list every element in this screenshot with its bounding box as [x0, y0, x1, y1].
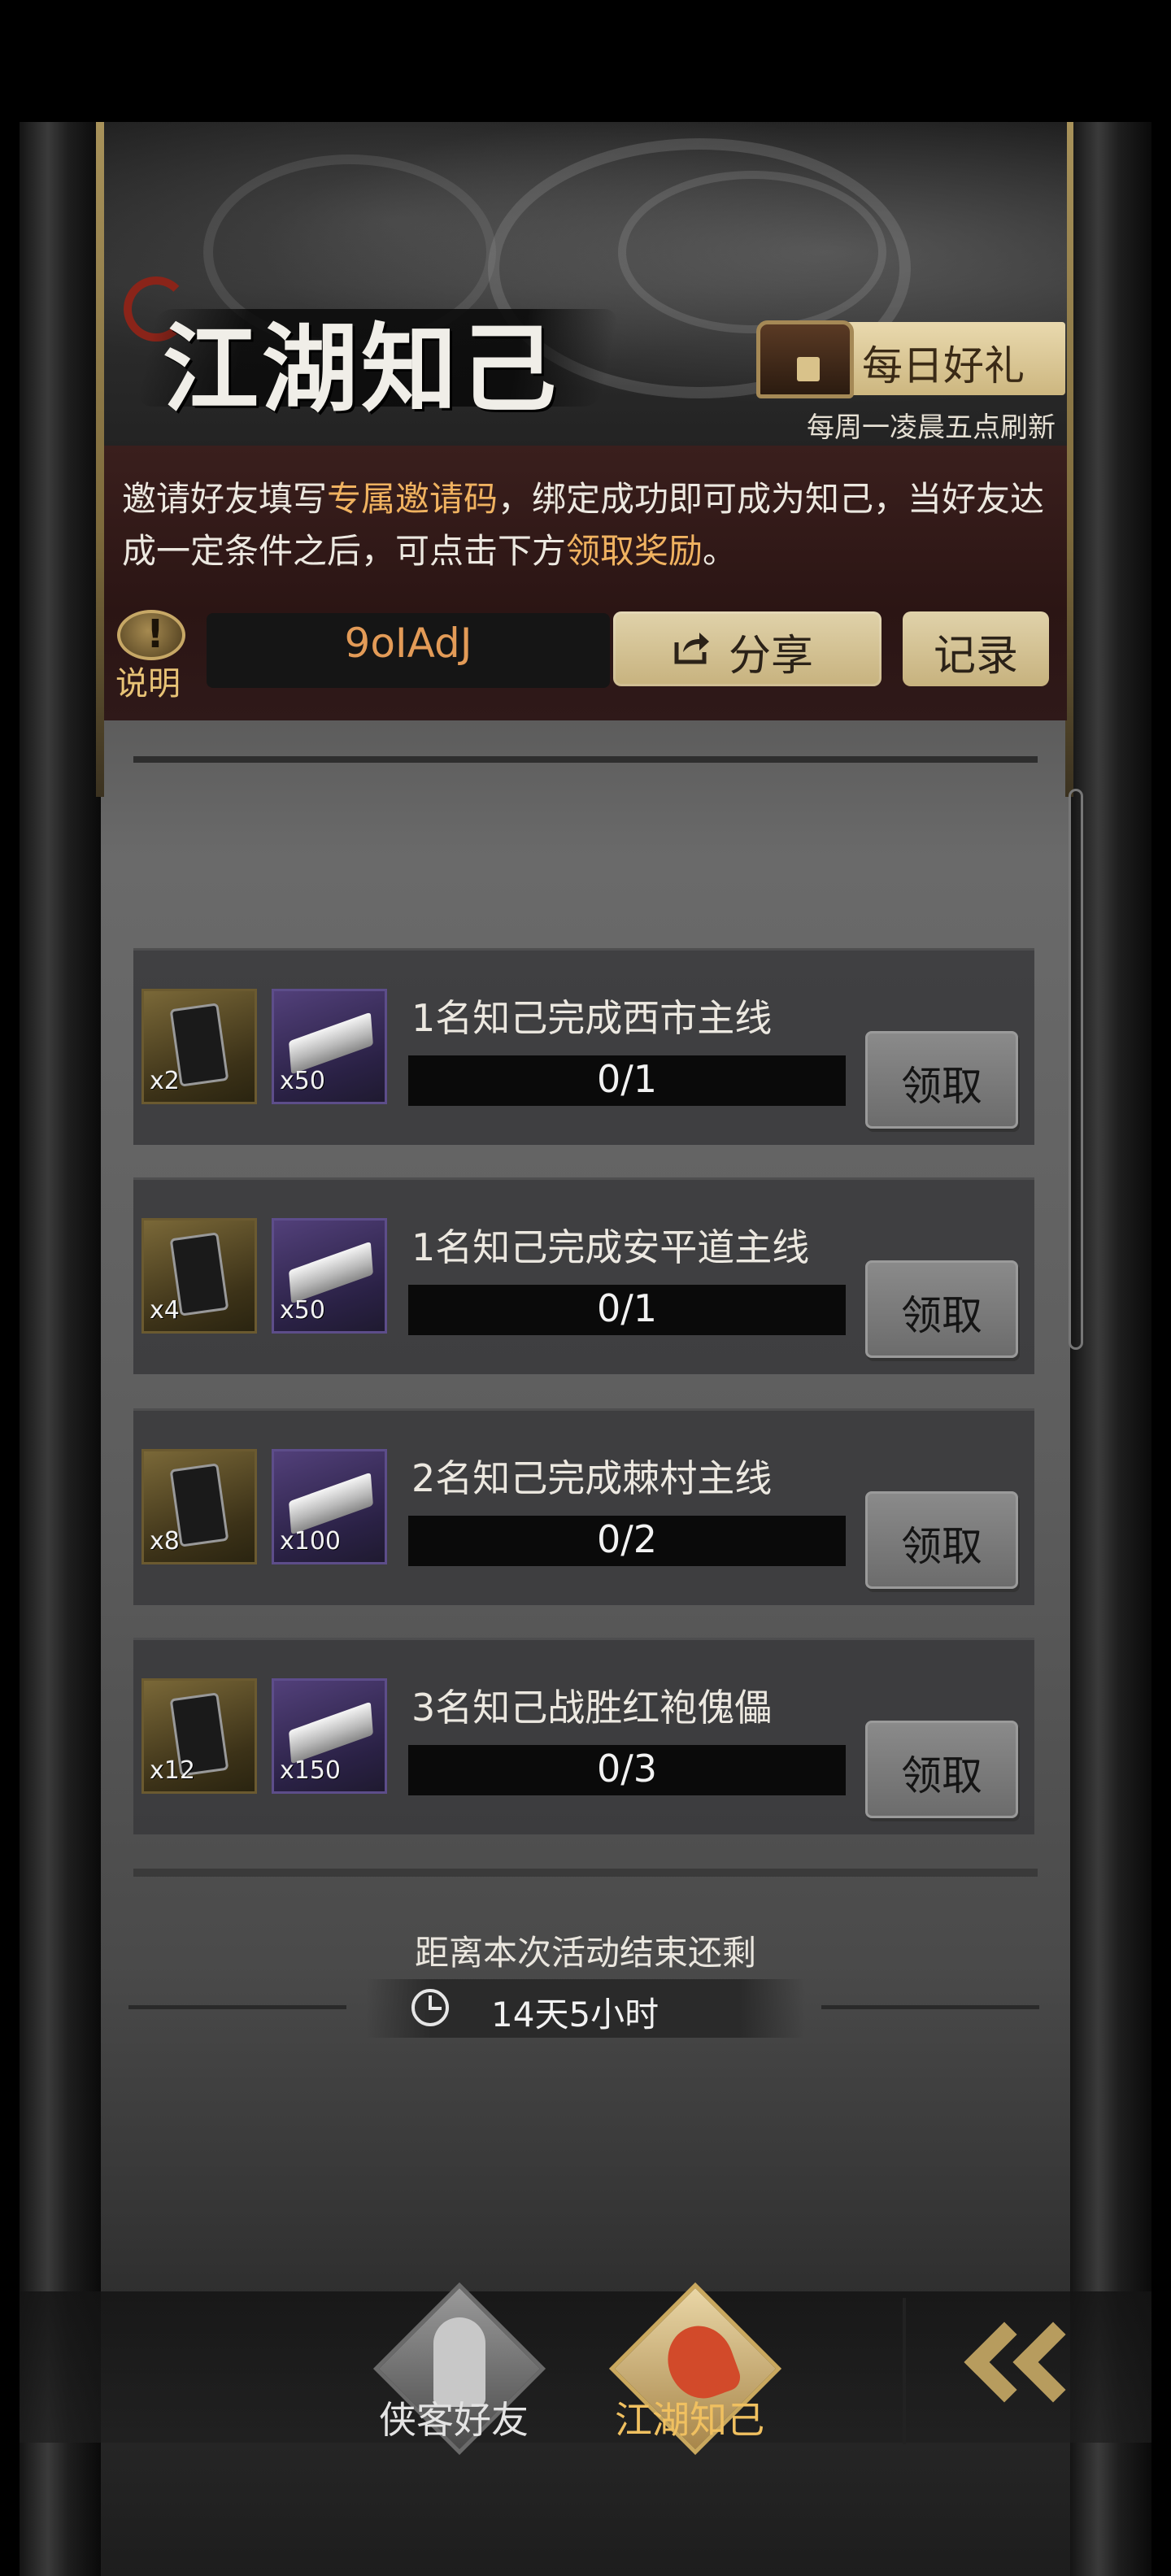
- desc-highlight-claim: 领取奖励: [566, 531, 703, 571]
- timer-caption: 距离本次活动结束还剩: [414, 1933, 756, 1973]
- task-title: 3名知己战胜红袍傀儡: [411, 1686, 773, 1730]
- claim-label: 领取: [901, 1523, 982, 1570]
- record-label: 记录: [933, 632, 1018, 681]
- tab-friends-label: 侠客好友: [379, 2398, 529, 2442]
- invite-description: 邀请好友填写专属邀请码，绑定成功即可成为知己，当好友达成一定条件之后，可点击下方…: [122, 473, 1073, 577]
- silver-ingot-icon: [289, 1012, 373, 1075]
- decorative-swirl: [618, 171, 886, 333]
- treasure-chest-icon: [756, 320, 854, 398]
- progress-text: 0/1: [596, 1286, 658, 1330]
- timer-line: [821, 2005, 1039, 2009]
- timer-value: 14天5小时: [491, 1995, 660, 2034]
- chest-lock-icon: [797, 357, 820, 381]
- task-title: 1名知己完成西市主线: [411, 996, 773, 1040]
- left-pillar: [20, 122, 101, 2576]
- tab-jianghu-label: 江湖知己: [615, 2398, 764, 2442]
- daily-gift-label: 每日好礼: [862, 342, 1025, 389]
- claim-label: 领取: [901, 1292, 982, 1339]
- silver-ingot-icon: [289, 1472, 373, 1535]
- chevron-left-icon: [1012, 2321, 1094, 2403]
- task-title: 1名知己完成安平道主线: [411, 1225, 810, 1269]
- claim-label: 领取: [901, 1752, 982, 1799]
- invite-code: 9oIAdJ: [344, 620, 472, 667]
- reward-quantity: x2: [150, 1067, 180, 1095]
- reward-quantity: x50: [280, 1296, 325, 1325]
- left-gold-trim: [96, 122, 104, 797]
- reward-quantity: x50: [280, 1067, 325, 1095]
- page-title: 江湖知己: [163, 312, 560, 425]
- task-title: 2名知己完成棘村主线: [411, 1456, 773, 1500]
- timer-line: [128, 2005, 346, 2009]
- share-icon: [674, 633, 709, 664]
- reward-quantity: x100: [280, 1527, 342, 1556]
- progress-text: 0/2: [596, 1517, 658, 1561]
- silver-ingot-icon: [289, 1241, 373, 1304]
- desc-highlight-invite-code: 专属邀请码: [327, 479, 498, 519]
- divider: [133, 756, 1038, 763]
- exclamation-icon: !: [146, 611, 164, 657]
- reward-quantity: x150: [280, 1756, 342, 1785]
- reward-quantity: x12: [150, 1756, 195, 1785]
- nav-divider: [903, 2298, 906, 2444]
- share-label: 分享: [729, 632, 814, 681]
- divider: [133, 1869, 1038, 1877]
- clock-hand: [429, 2007, 442, 2010]
- back-button[interactable]: [943, 2301, 1106, 2431]
- desc-text: 邀请好友填写: [122, 479, 328, 519]
- info-label[interactable]: 说明: [115, 657, 181, 704]
- silver-ingot-icon: [289, 1701, 373, 1764]
- right-pillar: [1070, 122, 1151, 2576]
- reward-quantity: x8: [150, 1527, 180, 1556]
- progress-text: 0/3: [596, 1747, 658, 1791]
- reward-quantity: x4: [150, 1296, 180, 1325]
- refresh-note: 每周一凌晨五点刷新: [807, 411, 1056, 444]
- scrollbar[interactable]: [1069, 789, 1083, 1350]
- desc-text: 。: [703, 531, 738, 571]
- claim-label: 领取: [901, 1063, 982, 1110]
- daily-gift-button[interactable]: 每日好礼: [748, 315, 1065, 405]
- progress-text: 0/1: [596, 1057, 658, 1101]
